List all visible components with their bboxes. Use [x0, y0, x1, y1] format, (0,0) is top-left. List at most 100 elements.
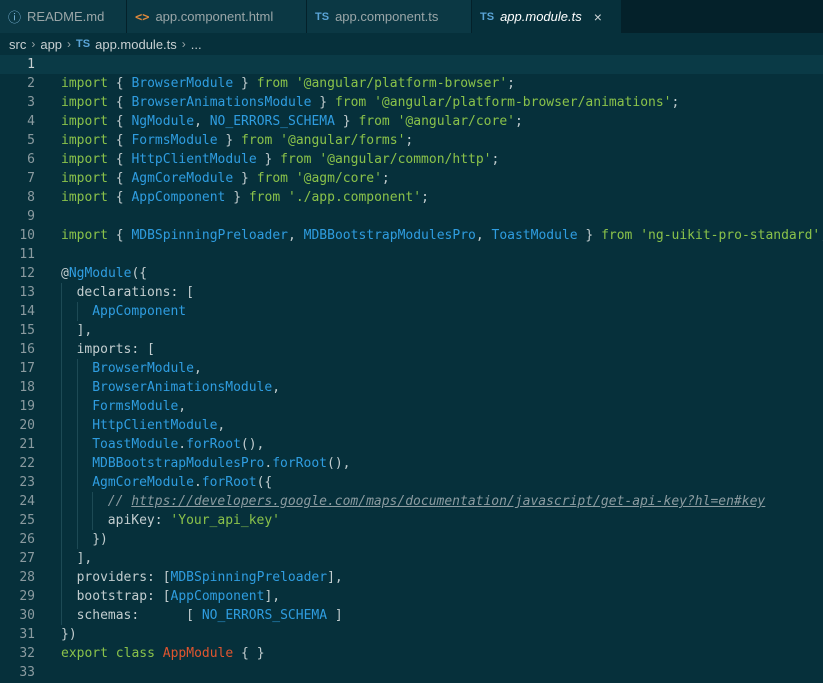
code-line[interactable]: 24 // https://developers.google.com/maps/…	[0, 492, 823, 511]
tab-app-component-ts[interactable]: TS app.component.ts	[307, 0, 472, 33]
code-line[interactable]: 32 export class AppModule { }	[0, 644, 823, 663]
indent-guide	[76, 416, 78, 435]
code-line[interactable]: 17 BrowserModule,	[0, 359, 823, 378]
code-line[interactable]: 12 @NgModule({	[0, 264, 823, 283]
line-number: 12	[19, 266, 35, 281]
line-number: 1	[27, 57, 35, 72]
code-line[interactable]: 21 ToastModule.forRoot(),	[0, 435, 823, 454]
code-line[interactable]: 29 bootstrap: [AppComponent],	[0, 587, 823, 606]
breadcrumb-app[interactable]: app	[40, 37, 62, 52]
code-line[interactable]: 22 MDBBootstrapModulesPro.forRoot(),	[0, 454, 823, 473]
code-text: schemas: [ NO_ERRORS_SCHEMA ]	[77, 606, 343, 625]
line-number: 9	[27, 209, 35, 224]
code-token: ToastModule	[92, 437, 179, 452]
code-line[interactable]: 14 AppComponent	[0, 302, 823, 321]
code-token: }	[217, 133, 242, 148]
code-line[interactable]: 13 declarations: [	[0, 283, 823, 302]
code-token: ],	[327, 570, 343, 585]
code-line[interactable]: 30 schemas: [ NO_ERRORS_SCHEMA ]	[0, 606, 823, 625]
code-token: }	[577, 228, 602, 243]
breadcrumb-symbols[interactable]: ...	[191, 37, 202, 52]
code-line[interactable]: 3 import { BrowserAnimationsModule } from…	[0, 93, 823, 112]
code-token: class	[115, 646, 155, 661]
chevron-right-icon: ›	[181, 37, 186, 51]
code-line[interactable]: 16 imports: [	[0, 340, 823, 359]
code-token: NgModule	[131, 114, 195, 129]
indent-guide	[76, 359, 78, 378]
code-editor[interactable]: 1 2 import { BrowserModule } from '@angula…	[0, 55, 823, 683]
indent-guide	[76, 435, 78, 454]
code-line[interactable]: 23 AgmCoreModule.forRoot({	[0, 473, 823, 492]
code-token: //	[107, 494, 132, 509]
line-number: 14	[19, 304, 35, 319]
indent-guide	[76, 473, 78, 492]
line-number: 19	[19, 399, 35, 414]
code-line[interactable]: 31})	[0, 625, 823, 644]
line-number: 15	[19, 323, 35, 338]
code-token: : [	[147, 570, 171, 585]
indent-guide	[61, 568, 62, 587]
indent-guide	[61, 397, 62, 416]
code-text: import { BrowserModule } from '@angular/…	[61, 74, 515, 93]
code-line[interactable]: 1	[0, 55, 823, 74]
indent-guide	[61, 302, 62, 321]
code-token: ToastModule	[491, 228, 578, 243]
code-line[interactable]: 28 providers: [MDBSpinningPreloader],	[0, 568, 823, 587]
code-token: from	[280, 152, 312, 167]
code-line[interactable]: 5 import { FormsModule } from '@angular/f…	[0, 131, 823, 150]
code-token: ,	[194, 114, 210, 129]
code-token: }	[311, 95, 335, 110]
code-line[interactable]: 4 import { NgModule, NO_ERRORS_SCHEMA } f…	[0, 112, 823, 131]
code-token: ],	[76, 323, 93, 338]
breadcrumb-file[interactable]: app.module.ts	[95, 37, 177, 52]
code-text: AppComponent	[92, 302, 186, 321]
indent-guide	[76, 454, 78, 473]
code-text: bootstrap: [AppComponent],	[77, 587, 281, 606]
code-text: ],	[77, 321, 93, 340]
code-line[interactable]: 8 import { AppComponent } from './app.com…	[0, 188, 823, 207]
code-line[interactable]: 20 HttpClientModule,	[0, 416, 823, 435]
code-line[interactable]: 10 import { MDBSpinningPreloader, MDBBoot…	[0, 226, 823, 245]
chevron-right-icon: ›	[31, 37, 36, 51]
code-text: apiKey: 'Your_api_key'	[108, 511, 280, 530]
tab-readme-md[interactable]: ⓘ README.md	[0, 0, 127, 33]
tab-app-component-html[interactable]: <> app.component.html	[127, 0, 307, 33]
code-line[interactable]: 33	[0, 663, 823, 682]
tab-app-module-ts[interactable]: TS app.module.ts ×	[472, 0, 622, 33]
code-token[interactable]: https://developers.google.com/maps/docum…	[131, 494, 765, 509]
code-line[interactable]: 6 import { HttpClientModule } from '@angu…	[0, 150, 823, 169]
line-number: 6	[27, 152, 35, 167]
code-line[interactable]: 26})	[0, 530, 823, 549]
code-token: {	[107, 114, 132, 129]
code-line[interactable]: 2 import { BrowserModule } from '@angular…	[0, 74, 823, 93]
code-line[interactable]: 15],	[0, 321, 823, 340]
code-token: ,	[272, 380, 281, 395]
code-token: '@agm/core'	[295, 171, 382, 186]
code-token: {	[107, 152, 132, 167]
ts-file-icon: TS	[315, 10, 330, 23]
code-token: MDBBootstrapModulesPro	[303, 228, 476, 243]
code-text: BrowserModule,	[92, 359, 202, 378]
code-line[interactable]: 9	[0, 207, 823, 226]
code-line[interactable]: 18 BrowserAnimationsModule,	[0, 378, 823, 397]
line-number: 8	[27, 190, 35, 205]
code-token: 'ng-uikit-pro-standard'	[640, 228, 821, 243]
code-line[interactable]: 19 FormsModule,	[0, 397, 823, 416]
code-line[interactable]: 11	[0, 245, 823, 264]
line-number: 20	[19, 418, 35, 433]
code-line[interactable]: 7 import { AgmCoreModule } from '@agm/cor…	[0, 169, 823, 188]
code-line[interactable]: 25 apiKey: 'Your_api_key'	[0, 511, 823, 530]
code-token: }	[334, 114, 359, 129]
close-icon[interactable]: ×	[594, 9, 602, 25]
code-token: : [	[131, 342, 155, 357]
code-token: })	[92, 532, 108, 547]
tab-label: app.component.ts	[335, 9, 439, 24]
code-text: import { FormsModule } from '@angular/fo…	[61, 131, 413, 150]
code-token: import	[61, 171, 108, 186]
code-line[interactable]: 27],	[0, 549, 823, 568]
indent-guide	[61, 549, 62, 568]
breadcrumb-src[interactable]: src	[9, 37, 26, 52]
